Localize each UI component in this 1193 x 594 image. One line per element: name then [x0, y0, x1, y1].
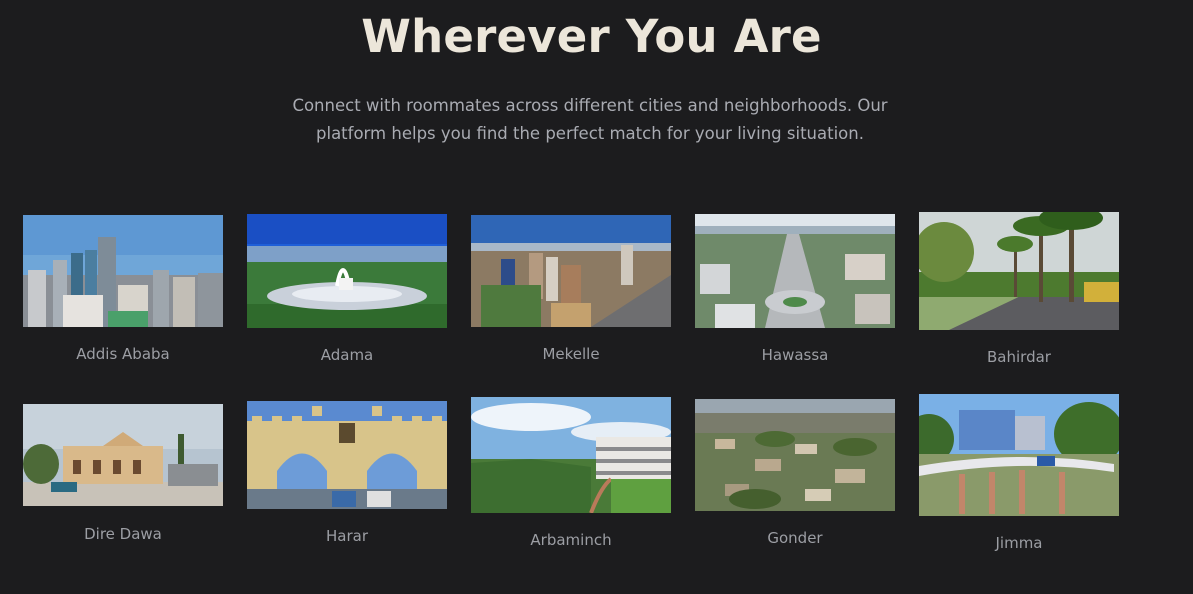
city-photo[interactable]	[695, 399, 895, 511]
city-photo[interactable]	[471, 397, 671, 513]
city-photo[interactable]	[23, 215, 223, 327]
city-name: Hawassa	[761, 346, 829, 364]
city-photo[interactable]	[471, 215, 671, 327]
city-name: Harar	[326, 527, 368, 545]
city-name: Gonder	[767, 529, 823, 547]
subtitle-line-2: platform helps you find the perfect matc…	[316, 124, 864, 143]
section-title: Wherever You Are	[361, 10, 822, 63]
city-name: Dire Dawa	[84, 525, 162, 543]
city-photo[interactable]	[247, 401, 447, 509]
city-photo[interactable]	[247, 214, 447, 328]
city-name: Bahirdar	[987, 348, 1051, 366]
city-photo[interactable]	[695, 214, 895, 328]
cities-section: Wherever You Are Connect with roommates …	[0, 0, 1193, 594]
city-name: Jimma	[995, 534, 1043, 552]
subtitle-line-1: Connect with roommates across different …	[292, 96, 888, 115]
city-name: Arbaminch	[530, 531, 612, 549]
city-name: Adama	[320, 346, 374, 364]
city-name: Addis Ababa	[76, 345, 170, 363]
city-name: Mekelle	[542, 345, 600, 363]
city-photo[interactable]	[919, 394, 1119, 516]
city-photo[interactable]	[919, 212, 1119, 330]
section-subtitle: Connect with roommates across different …	[290, 92, 890, 148]
city-photo[interactable]	[23, 404, 223, 506]
